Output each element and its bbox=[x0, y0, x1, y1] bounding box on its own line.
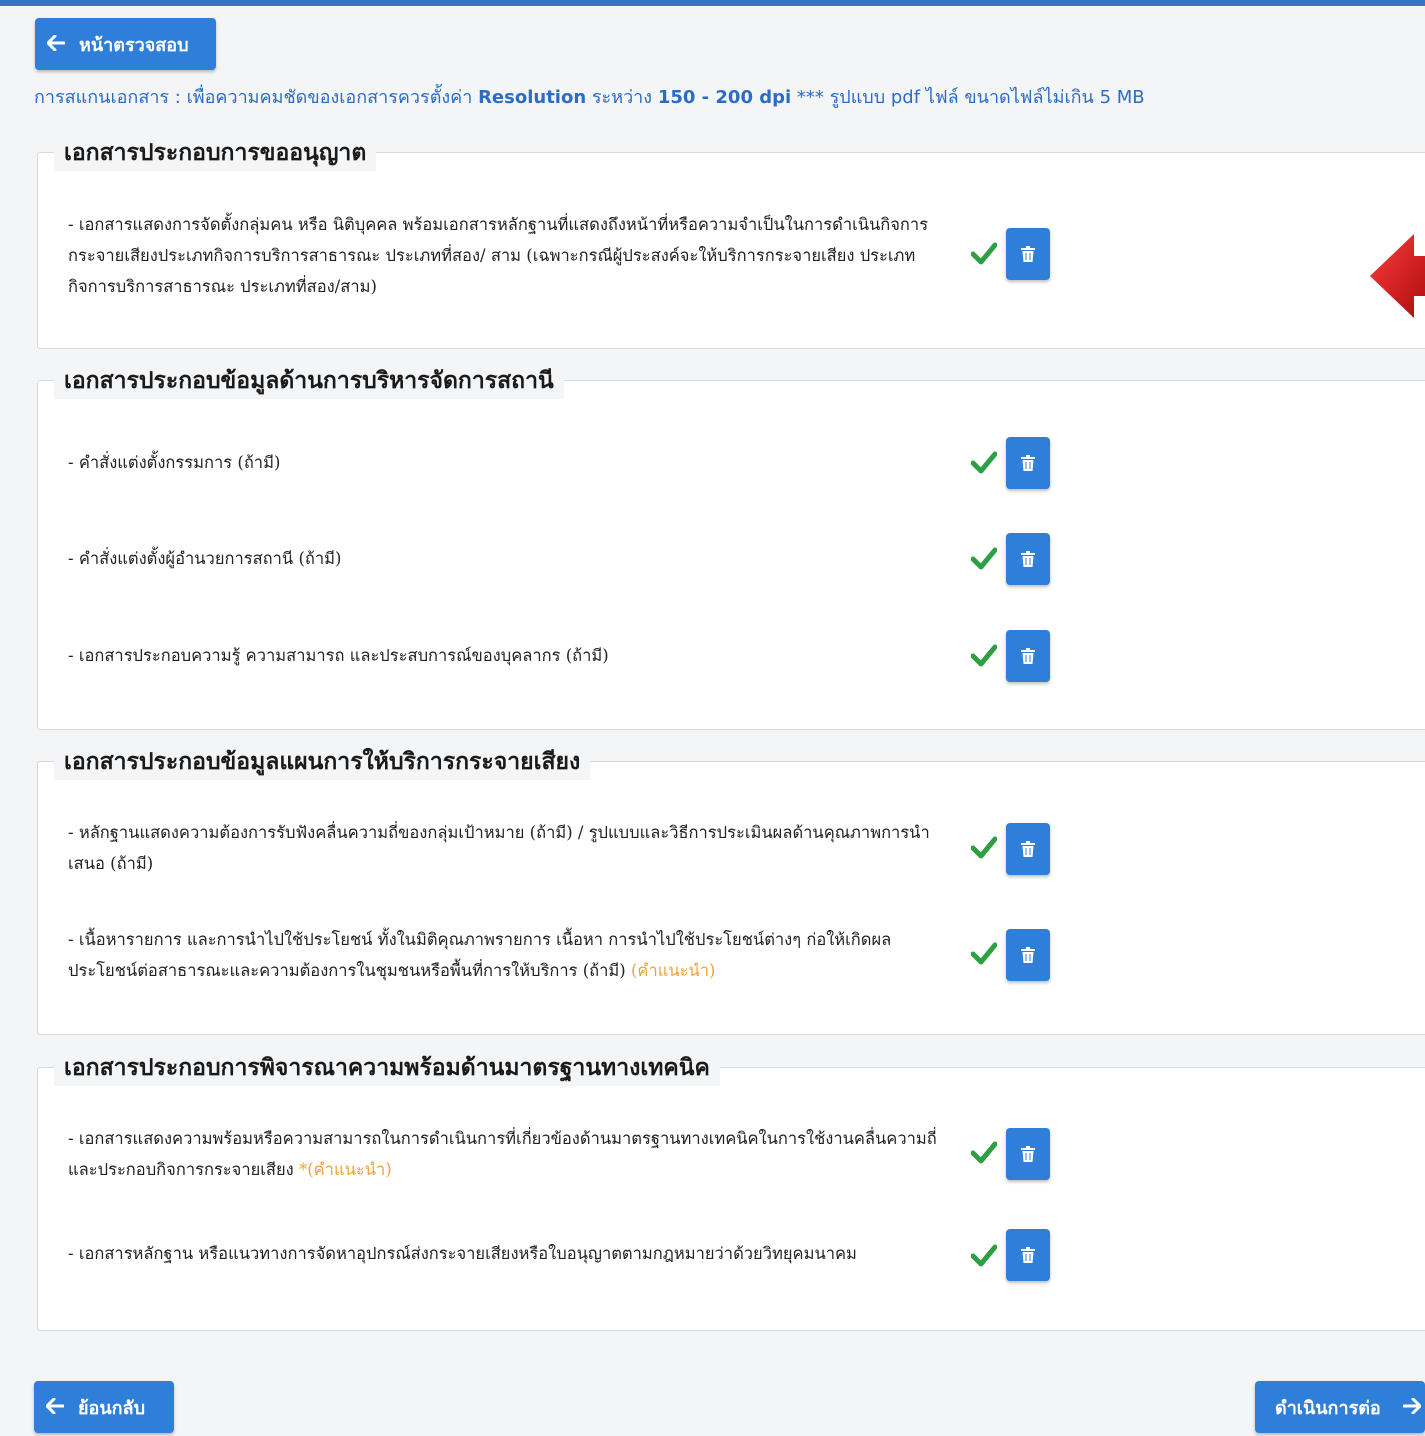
notice-suffix: *** รูปแบบ pdf ไฟล์ ขนาดไฟล์ไม่เกิน 5 MB bbox=[791, 87, 1145, 108]
checkmark-icon bbox=[971, 836, 997, 859]
delete-document-button[interactable] bbox=[1006, 1128, 1050, 1180]
trash-icon bbox=[1021, 1146, 1035, 1162]
document-item: - เอกสารแสดงการจัดตั้งกลุ่มคน หรือ นิติบ… bbox=[68, 209, 948, 302]
checkmark-icon bbox=[971, 942, 997, 965]
document-item: - คำสั่งแต่งตั้งผู้อำนวยการสถานี (ถ้ามี) bbox=[68, 543, 948, 574]
back-to-review-button[interactable]: หน้าตรวจสอบ bbox=[35, 18, 216, 70]
back-to-review-label: หน้าตรวจสอบ bbox=[79, 34, 189, 56]
checkmark-icon bbox=[971, 1141, 997, 1164]
scan-notice: การสแกนเอกสาร : เพื่อความคมชัดของเอกสารค… bbox=[34, 82, 1424, 111]
trash-icon bbox=[1021, 947, 1035, 963]
trash-icon bbox=[1021, 841, 1035, 857]
delete-document-button[interactable] bbox=[1006, 630, 1050, 682]
section-title: เอกสารประกอบข้อมูลแผนการให้บริการกระจายเ… bbox=[54, 744, 591, 780]
section-application-documents: เอกสารประกอบการขออนุญาต - เอกสารแสดงการจ… bbox=[37, 135, 1425, 349]
checkmark-icon bbox=[971, 547, 997, 570]
continue-button[interactable]: ดำเนินการต่อ bbox=[1255, 1381, 1425, 1433]
section-title: เอกสารประกอบการพิจารณาความพร้อมด้านมาตรฐ… bbox=[54, 1050, 720, 1086]
delete-document-button[interactable] bbox=[1006, 1229, 1050, 1281]
red-arrow-marker bbox=[1370, 234, 1425, 318]
checkmark-icon bbox=[971, 451, 997, 474]
delete-document-button[interactable] bbox=[1006, 823, 1050, 875]
section-technical-standards: เอกสารประกอบการพิจารณาความพร้อมด้านมาตรฐ… bbox=[37, 1050, 1425, 1331]
delete-document-button[interactable] bbox=[1006, 929, 1050, 981]
section-title: เอกสารประกอบข้อมูลด้านการบริหารจัดการสถา… bbox=[54, 363, 564, 399]
arrow-right-icon bbox=[1402, 1395, 1422, 1419]
document-item-text: - เอกสารประกอบความรู้ ความสามารถ และประส… bbox=[68, 646, 609, 665]
document-item-text: - เนื้อหารายการ และการนำไปใช้ประโยชน์ ทั… bbox=[68, 930, 892, 980]
arrow-left-icon bbox=[45, 1395, 65, 1419]
document-item: - เอกสารประกอบความรู้ ความสามารถ และประส… bbox=[68, 640, 948, 671]
trash-icon bbox=[1021, 648, 1035, 664]
section-broadcast-plan: เอกสารประกอบข้อมูลแผนการให้บริการกระจายเ… bbox=[37, 744, 1425, 1035]
document-item-text: - เอกสารแสดงการจัดตั้งกลุ่มคน หรือ นิติบ… bbox=[68, 215, 929, 296]
notice-dpi-range: 150 - 200 dpi bbox=[657, 87, 792, 108]
checkmark-icon bbox=[971, 1244, 997, 1267]
checkmark-icon bbox=[971, 242, 997, 265]
trash-icon bbox=[1021, 455, 1035, 471]
document-item-text: - หลักฐานแสดงความต้องการรับฟังคลื่นความถ… bbox=[68, 823, 930, 873]
hint-link[interactable]: *(คำแนะนำ) bbox=[299, 1160, 392, 1179]
delete-document-button[interactable] bbox=[1006, 533, 1050, 585]
document-item-text: - เอกสารหลักฐาน หรือแนวทางการจัดหาอุปกรณ… bbox=[68, 1244, 857, 1263]
document-item-text: - คำสั่งแต่งตั้งกรรมการ (ถ้ามี) bbox=[68, 453, 281, 472]
top-accent-bar bbox=[0, 0, 1425, 6]
continue-label: ดำเนินการต่อ bbox=[1275, 1397, 1381, 1419]
document-item: - เอกสารหลักฐาน หรือแนวทางการจัดหาอุปกรณ… bbox=[68, 1238, 948, 1269]
back-button[interactable]: ย้อนกลับ bbox=[34, 1381, 174, 1433]
arrow-left-icon bbox=[46, 32, 66, 56]
notice-between: ระหว่าง bbox=[586, 87, 658, 108]
hint-link[interactable]: (คำแนะนำ) bbox=[631, 961, 716, 980]
trash-icon bbox=[1021, 1247, 1035, 1263]
checkmark-icon bbox=[971, 644, 997, 667]
notice-resolution: Resolution bbox=[478, 87, 587, 108]
document-item: - คำสั่งแต่งตั้งกรรมการ (ถ้ามี) bbox=[68, 447, 948, 478]
delete-document-button[interactable] bbox=[1006, 437, 1050, 489]
delete-document-button[interactable] bbox=[1006, 228, 1050, 280]
trash-icon bbox=[1021, 551, 1035, 567]
back-label: ย้อนกลับ bbox=[78, 1397, 146, 1419]
document-item: - เนื้อหารายการ และการนำไปใช้ประโยชน์ ทั… bbox=[68, 924, 948, 986]
document-item: - หลักฐานแสดงความต้องการรับฟังคลื่นความถ… bbox=[68, 817, 948, 879]
document-item-text: - เอกสารแสดงความพร้อมหรือความสามารถในการ… bbox=[68, 1129, 937, 1179]
section-title: เอกสารประกอบการขออนุญาต bbox=[54, 135, 377, 171]
trash-icon bbox=[1021, 246, 1035, 262]
notice-prefix: การสแกนเอกสาร : เพื่อความคมชัดของเอกสารค… bbox=[34, 87, 479, 108]
document-item-text: - คำสั่งแต่งตั้งผู้อำนวยการสถานี (ถ้ามี) bbox=[68, 549, 342, 568]
document-item: - เอกสารแสดงความพร้อมหรือความสามารถในการ… bbox=[68, 1123, 948, 1185]
section-station-management: เอกสารประกอบข้อมูลด้านการบริหารจัดการสถา… bbox=[37, 363, 1425, 730]
